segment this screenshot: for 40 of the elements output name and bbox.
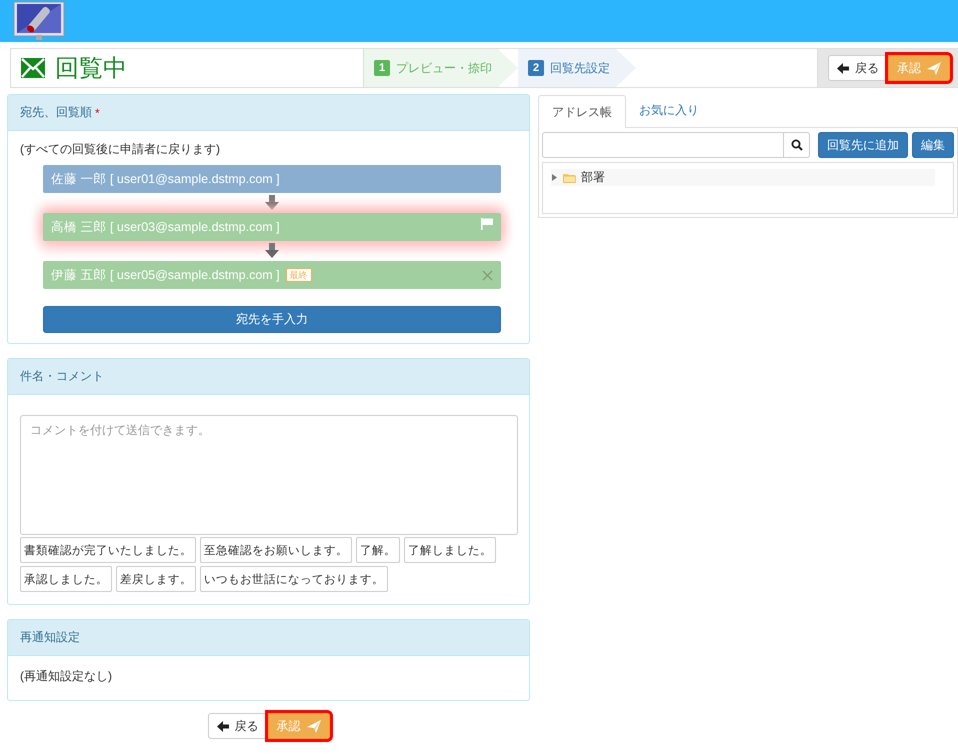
app-logo	[13, 1, 65, 41]
paper-plane-icon	[927, 62, 941, 74]
back-button[interactable]: 戻る	[828, 55, 888, 81]
phrase-button[interactable]: 承認しました。	[20, 566, 112, 592]
page-title: 回覧中	[55, 54, 127, 84]
caret-icon	[551, 174, 558, 181]
folder-icon	[563, 172, 576, 182]
phrase-button[interactable]: 了解しました。	[404, 537, 496, 563]
manual-entry-button[interactable]: 宛先を手入力	[43, 306, 501, 333]
phrase-button[interactable]: いつもお世話になっております。	[200, 566, 388, 592]
down-arrow-icon	[265, 243, 279, 259]
phrase-button[interactable]: 書類確認が完了いたしました。	[20, 537, 196, 563]
tab[interactable]: アドレス帳	[538, 95, 626, 128]
phrase-button[interactable]: 了解。	[356, 537, 400, 563]
envelope-icon	[21, 58, 45, 78]
back-button[interactable]: 戻る	[208, 713, 268, 739]
search-button[interactable]	[784, 132, 810, 158]
required-mark: *	[95, 106, 100, 120]
tab[interactable]: お気に入り	[626, 94, 712, 127]
wizard-step: 2 回覧先設定	[518, 49, 636, 87]
tree-node[interactable]: 部署	[551, 169, 935, 186]
arrow-left-icon	[216, 720, 228, 732]
search-field[interactable]	[542, 132, 784, 158]
panel-title: 宛先、回覧順	[20, 104, 92, 121]
comment-field[interactable]: コメントを付けて送信できます。	[20, 415, 518, 535]
panel-title: 再通知設定	[20, 629, 80, 646]
search-icon	[790, 139, 802, 151]
final-badge: 最終	[286, 268, 312, 282]
phrase-button[interactable]: 至急確認をお願いします。	[200, 537, 352, 563]
add-button[interactable]: 回覧先に追加	[818, 132, 908, 158]
wizard-step: 1 プレビュー・捺印	[364, 49, 518, 87]
renotify-text: (再通知設定なし)	[20, 668, 113, 684]
paper-plane-icon	[306, 720, 320, 732]
panel-title: 件名・コメント	[20, 368, 104, 385]
arrow-left-icon	[837, 62, 849, 74]
phrase-button[interactable]: 差戻します。	[116, 566, 196, 592]
edit-button[interactable]: 編集	[912, 132, 954, 158]
note-text: (すべての回覧後に申請者に戻ります)	[20, 141, 221, 157]
close-icon[interactable]	[482, 270, 493, 280]
down-arrow-icon	[265, 195, 279, 211]
